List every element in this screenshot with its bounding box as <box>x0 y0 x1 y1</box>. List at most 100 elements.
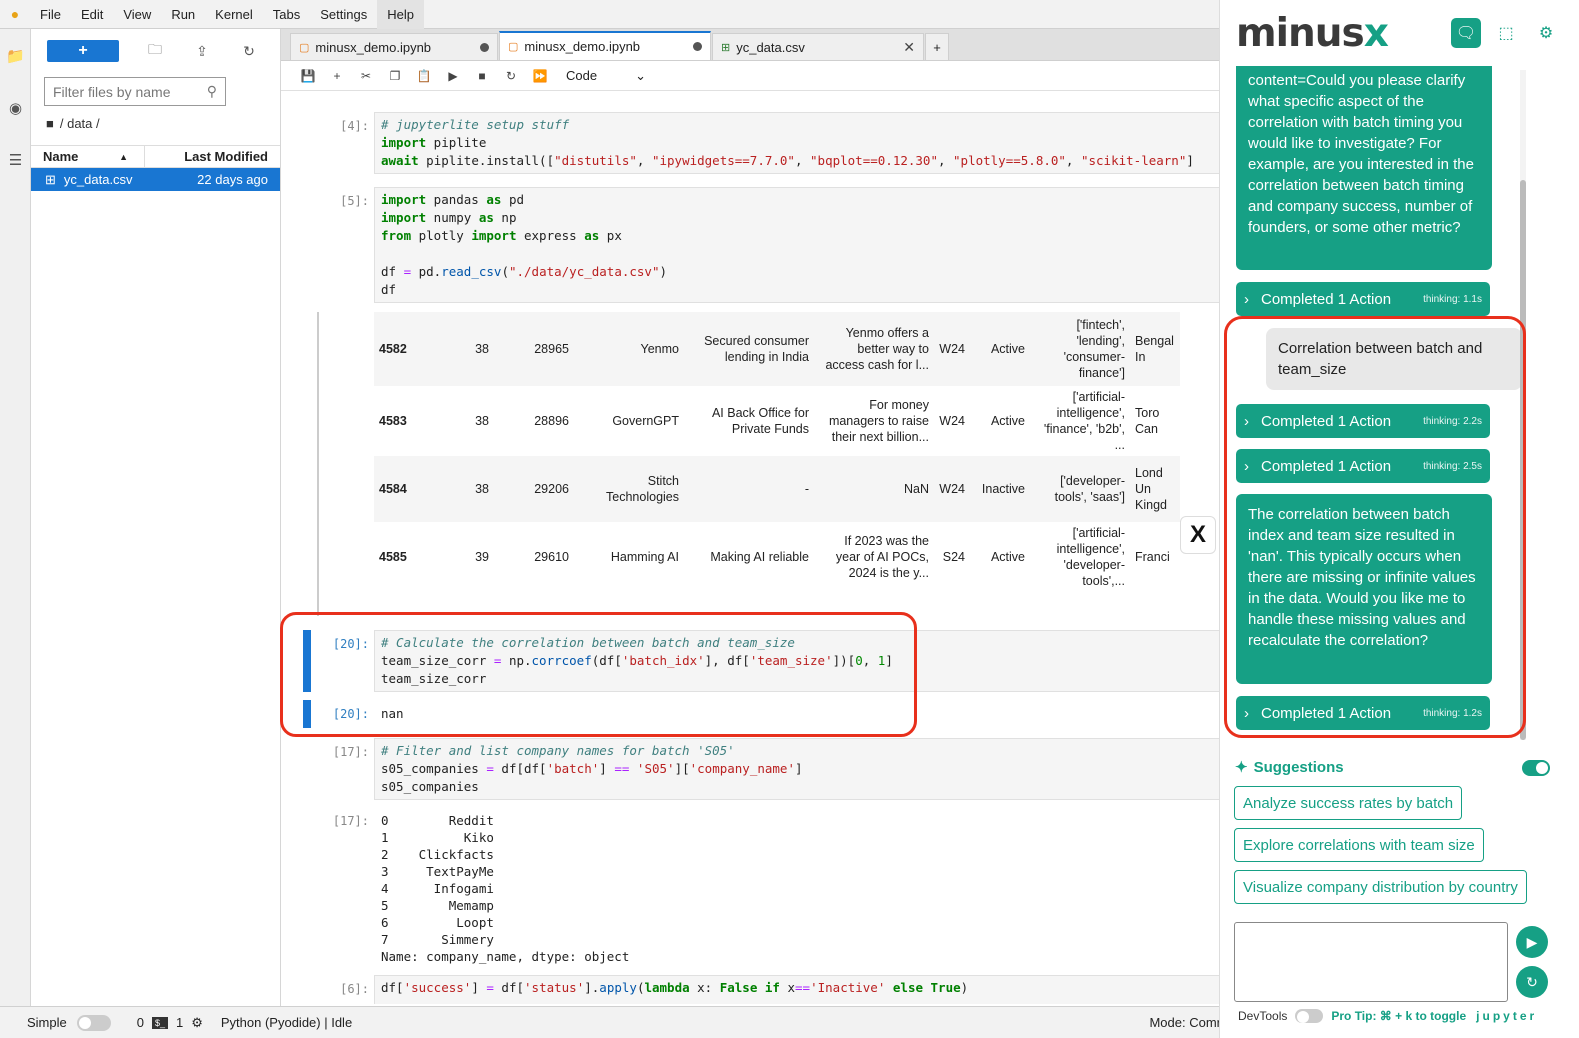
kernel-status[interactable]: Python (Pyodide) | Idle <box>221 1015 352 1030</box>
column-name-header[interactable]: Name ▲ <box>31 146 145 167</box>
insert-cell-icon[interactable]: + <box>326 65 348 87</box>
editor-mode[interactable]: Mode: Comr <box>1149 1015 1221 1030</box>
dataframe-cell-loc: Bengal In <box>1135 334 1174 364</box>
dataframe-cell-tags: ['artificial-intelligence', 'finance', '… <box>1043 390 1125 452</box>
folder-icon[interactable]: ■ <box>46 116 54 131</box>
settings-gear-icon[interactable]: ⚙ <box>1531 18 1561 48</box>
cell-type-select[interactable]: Code ⌄ <box>566 68 646 84</box>
dataframe-cell-idx: 4583 <box>379 414 407 428</box>
new-launcher-button[interactable]: + <box>47 40 119 62</box>
dataframe-cell-desc: Yenmo offers a better way to access cash… <box>825 326 929 372</box>
chat-input[interactable] <box>1234 922 1508 1002</box>
chat-icon[interactable]: 🗨 <box>1451 18 1481 48</box>
screenshot-icon[interactable]: ⬚ <box>1491 18 1521 48</box>
kernel-gear-icon[interactable]: ⚙ <box>191 1015 203 1031</box>
column-modified-header[interactable]: Last Modified <box>145 146 280 167</box>
search-icon: ⚲ <box>206 83 217 99</box>
dataframe-cell-loc: Franci <box>1135 550 1170 564</box>
file-filter-placeholder: Filter files by name <box>53 83 171 100</box>
tab-label: minusx_demo.ipynb <box>524 39 641 54</box>
menu-kernel[interactable]: Kernel <box>205 0 263 29</box>
unsaved-dot-icon[interactable] <box>480 42 489 52</box>
code-cell-success[interactable]: df['success'] = df['status'].apply(lambd… <box>374 975 1225 1004</box>
run-all-icon[interactable]: ⏩ <box>529 65 551 87</box>
suggestions-toggle[interactable] <box>1522 760 1550 776</box>
suggestion-button[interactable]: Visualize company distribution by countr… <box>1234 870 1527 904</box>
suggestion-button[interactable]: Analyze success rates by batch <box>1234 786 1463 820</box>
notebook-icon: ▢ <box>508 41 519 53</box>
dataframe-cell-status: Active <box>990 414 1025 428</box>
dataframe-cell-tags: ['fintech', 'lending', 'consumer-finance… <box>1063 318 1125 380</box>
code-cell-setup[interactable]: # jupyterlite setup stuff import piplite… <box>374 112 1225 174</box>
action-summary[interactable]: › Completed 1 Action thinking: 1.1s <box>1236 282 1490 316</box>
dataframe-cell-batch: W24 <box>939 414 965 428</box>
tab-notebook-2[interactable]: ▢ minusx_demo.ipynb <box>499 31 711 60</box>
restart-icon[interactable]: ↻ <box>500 65 522 87</box>
upload-icon[interactable]: ⇪ <box>191 40 213 62</box>
paste-icon[interactable]: 📋 <box>413 65 435 87</box>
simple-mode-toggle[interactable] <box>76 1014 111 1031</box>
menu-help[interactable]: Help <box>377 0 424 29</box>
table-of-contents-icon[interactable]: ☰ <box>0 145 31 175</box>
menu-view[interactable]: View <box>113 0 161 29</box>
suggestion-button[interactable]: Explore correlations with team size <box>1234 828 1484 862</box>
run-icon[interactable]: ▶ <box>442 65 464 87</box>
unsaved-dot-icon[interactable] <box>693 42 702 51</box>
logo-text: minus <box>1236 10 1365 56</box>
close-icon[interactable]: ✕ <box>903 39 915 56</box>
devtools-label: DevTools <box>1238 1009 1288 1023</box>
dataframe-cell-tagline: Making AI reliable <box>710 550 809 564</box>
reset-button[interactable]: ↻ <box>1516 966 1548 998</box>
menu-edit[interactable]: Edit <box>71 0 113 29</box>
copy-icon[interactable]: ❐ <box>384 65 406 87</box>
refresh-icon[interactable]: ↻ <box>238 40 260 62</box>
send-button[interactable]: ▶ <box>1516 926 1548 958</box>
file-row[interactable]: ⊞ yc_data.csv 22 days ago <box>31 168 280 191</box>
menu-settings[interactable]: Settings <box>310 0 377 29</box>
column-name-label: Name <box>43 149 79 164</box>
file-filter-input[interactable]: Filter files by name ⚲ <box>44 77 226 106</box>
devtools-toggle[interactable] <box>1295 1009 1324 1023</box>
notebook-icon: ▢ <box>299 41 310 54</box>
code-cell-filter[interactable]: # Filter and list company names for batc… <box>374 738 1225 800</box>
running-kernels-icon[interactable]: ◉ <box>0 93 31 123</box>
dataframe-cell-status: Active <box>990 550 1025 564</box>
breadcrumb-path[interactable]: / data / <box>60 116 100 131</box>
folder-icon[interactable]: 📁 <box>0 41 31 71</box>
menubar: ● File Edit View Run Kernel Tabs Setting… <box>0 0 1225 29</box>
dataframe-cell-tags: ['artificial-intelligence', 'developer-t… <box>1056 526 1125 588</box>
stop-icon[interactable]: ■ <box>471 65 493 87</box>
menu-file[interactable]: File <box>30 0 71 29</box>
cut-icon[interactable]: ✂ <box>355 65 377 87</box>
minusx-toggle-icon[interactable]: X <box>1180 516 1216 554</box>
highlight-annotation <box>280 612 917 737</box>
output-prompt: [17]: <box>332 814 369 828</box>
tab-csv[interactable]: ⊞ yc_data.csv ✕ <box>712 33 924 60</box>
dataframe-cell-c2: 29610 <box>534 550 569 564</box>
new-folder-icon[interactable]: 🗀 <box>144 40 166 62</box>
minusx-header: minusx 🗨 ⬚ ⚙ <box>1220 0 1579 66</box>
menu-tabs[interactable]: Tabs <box>263 0 310 29</box>
dataframe-cell-status: Inactive <box>981 482 1025 496</box>
terminal-icon[interactable]: $_ <box>151 1016 168 1029</box>
code-cell-imports[interactable]: import pandas as pd import numpy as np f… <box>374 187 1225 303</box>
menu-run[interactable]: Run <box>161 0 205 29</box>
cell-type-value: Code <box>566 67 598 83</box>
dataframe-cell-idx: 4585 <box>379 550 407 564</box>
file-browser: + 🗀 ⇪ ↻ Filter files by name ⚲ ■ / data … <box>31 29 281 1006</box>
save-icon[interactable]: 💾 <box>297 65 319 87</box>
dataframe-cell-c2: 29206 <box>534 482 569 496</box>
thinking-time: thinking: 1.1s <box>1423 293 1482 305</box>
dataframe-cell-status: Active <box>990 342 1025 356</box>
new-tab-button[interactable]: + <box>925 33 949 60</box>
dataframe-cell-loc: Lond Un Kingd <box>1135 466 1167 512</box>
jupyter-brand: jupyter <box>1476 1009 1538 1023</box>
file-name: yc_data.csv <box>63 172 133 187</box>
cell-prompt: [4]: <box>340 119 369 133</box>
file-modified: 22 days ago <box>197 172 268 187</box>
dataframe-cell-desc: For money managers to raise their next b… <box>828 398 929 444</box>
tab-notebook-1[interactable]: ▢ minusx_demo.ipynb <box>290 33 498 60</box>
dataframe-row: 4584 38 29206 Stitch Technologies - NaN W24 Ina… <box>374 456 1180 522</box>
dataframe-row: 4582 38 28965 Yenmo Secured consumer lending… <box>374 312 1180 386</box>
dataframe-cell-c1: 38 <box>475 414 489 428</box>
